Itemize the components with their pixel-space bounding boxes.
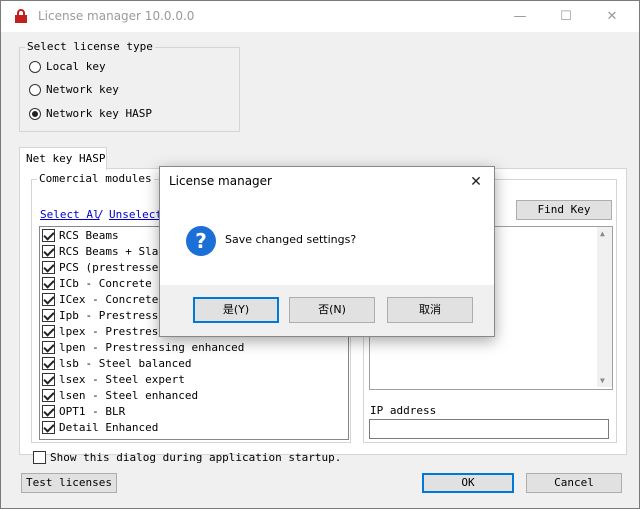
confirm-dialog: License manager ✕ ? Save changed setting… bbox=[159, 166, 495, 337]
yes-button[interactable]: 是(Y) bbox=[193, 297, 279, 323]
checkbox[interactable] bbox=[42, 389, 55, 402]
lock-icon bbox=[15, 9, 27, 23]
item-label: lsen - Steel enhanced bbox=[59, 389, 199, 402]
modules-legend: Comercial modules bbox=[37, 172, 154, 185]
item-label: lpex - Prestressi bbox=[59, 325, 172, 338]
item-label: ICex - Concrete e bbox=[59, 293, 172, 306]
scroll-down-icon[interactable]: ▼ bbox=[600, 376, 605, 385]
checkbox[interactable] bbox=[42, 341, 55, 354]
checkbox[interactable] bbox=[42, 309, 55, 322]
scroll-up-icon[interactable]: ▲ bbox=[600, 229, 605, 238]
tab-net-key-hasp[interactable]: Net key HASP bbox=[19, 147, 107, 170]
close-button[interactable]: ✕ bbox=[589, 1, 635, 32]
test-licenses-button[interactable]: Test licenses bbox=[21, 473, 117, 493]
title-bar: License manager 10.0.0.0 — ☐ ✕ bbox=[1, 1, 639, 32]
checkbox[interactable] bbox=[42, 405, 55, 418]
radio-button-selected[interactable] bbox=[29, 108, 41, 120]
ip-address-input[interactable] bbox=[369, 419, 609, 439]
no-button[interactable]: 否(N) bbox=[289, 297, 375, 323]
dialog-message: Save changed settings? bbox=[225, 233, 357, 246]
checkbox[interactable] bbox=[42, 373, 55, 386]
radio-button[interactable] bbox=[29, 84, 41, 96]
dialog-footer: 是(Y) 否(N) 取消 bbox=[160, 285, 494, 336]
radio-label: Network key HASP bbox=[46, 107, 152, 120]
startup-checkbox-label: Show this dialog during application star… bbox=[50, 451, 342, 464]
radio-label: Local key bbox=[46, 60, 106, 73]
ok-button[interactable]: OK bbox=[422, 473, 514, 493]
dialog-cancel-button[interactable]: 取消 bbox=[387, 297, 473, 323]
checkbox[interactable] bbox=[42, 293, 55, 306]
item-label: lsb - Steel balanced bbox=[59, 357, 192, 370]
link-separator: / bbox=[97, 208, 104, 221]
checkbox[interactable] bbox=[42, 357, 55, 370]
unselect-link[interactable]: Unselect bbox=[109, 208, 162, 221]
item-label: RCS Beams bbox=[59, 229, 119, 242]
dialog-close-button[interactable]: ✕ bbox=[466, 172, 486, 192]
scrollbar[interactable]: ▲ ▼ bbox=[597, 227, 612, 387]
item-label: RCS Beams + Slabs bbox=[59, 245, 172, 258]
item-label: lsex - Steel expert bbox=[59, 373, 185, 386]
radio-label: Network key bbox=[46, 83, 119, 96]
startup-checkbox[interactable] bbox=[33, 451, 46, 464]
find-key-button[interactable]: Find Key bbox=[516, 200, 612, 220]
item-label: PCS (prestressed bbox=[59, 261, 165, 274]
cancel-button[interactable]: Cancel bbox=[526, 473, 622, 493]
ip-address-label: IP address bbox=[370, 404, 437, 417]
checkbox[interactable] bbox=[42, 261, 55, 274]
checkbox[interactable] bbox=[42, 421, 55, 434]
radio-button[interactable] bbox=[29, 61, 41, 73]
question-icon: ? bbox=[186, 226, 216, 256]
checkbox[interactable] bbox=[42, 325, 55, 338]
item-label: OPT1 - BLR bbox=[59, 405, 126, 418]
item-label: Detail Enhanced bbox=[59, 421, 159, 434]
tab-label: Net key HASP bbox=[26, 152, 106, 165]
license-type-legend: Select license type bbox=[25, 40, 155, 53]
window-title: License manager 10.0.0.0 bbox=[38, 9, 195, 23]
maximize-button[interactable]: ☐ bbox=[543, 1, 589, 32]
item-label: lpen - Prestressing enhanced bbox=[59, 341, 245, 354]
item-label: ICb - Concrete ba bbox=[59, 277, 172, 290]
select-all-link[interactable]: Select Al bbox=[40, 208, 100, 221]
checkbox[interactable] bbox=[42, 229, 55, 242]
checkbox[interactable] bbox=[42, 245, 55, 258]
item-label: Ipb - Prestressin bbox=[59, 309, 172, 322]
minimize-button[interactable]: — bbox=[497, 1, 543, 32]
checkbox[interactable] bbox=[42, 277, 55, 290]
dialog-title: License manager bbox=[169, 174, 272, 188]
